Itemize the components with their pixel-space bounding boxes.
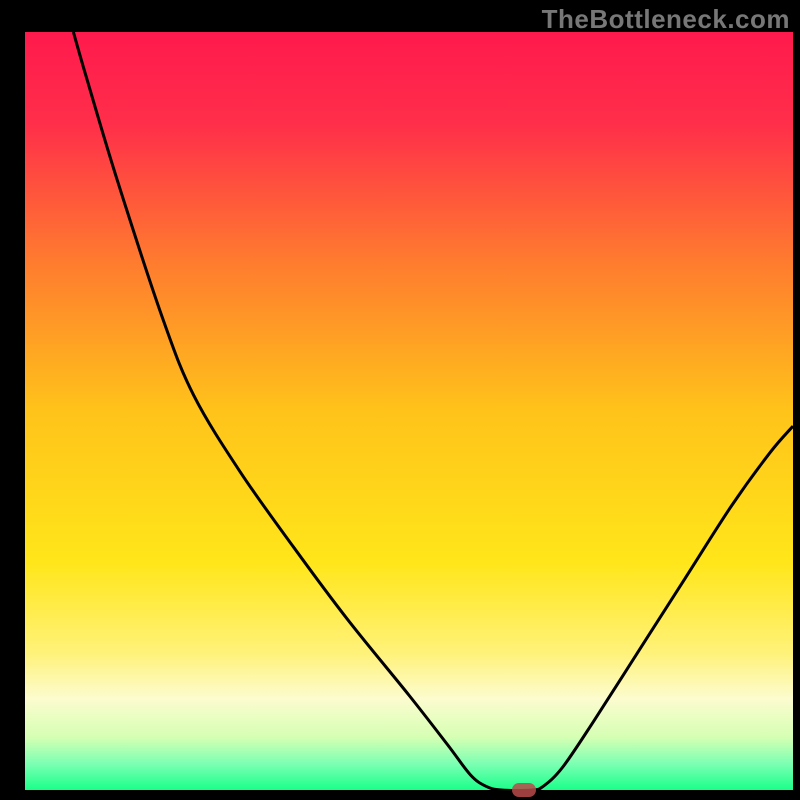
chart-container: TheBottleneck.com: [0, 0, 800, 800]
optimal-point-marker: [512, 783, 536, 797]
bottleneck-chart: [0, 0, 800, 800]
plot-background: [25, 32, 793, 790]
watermark-text: TheBottleneck.com: [542, 4, 790, 35]
